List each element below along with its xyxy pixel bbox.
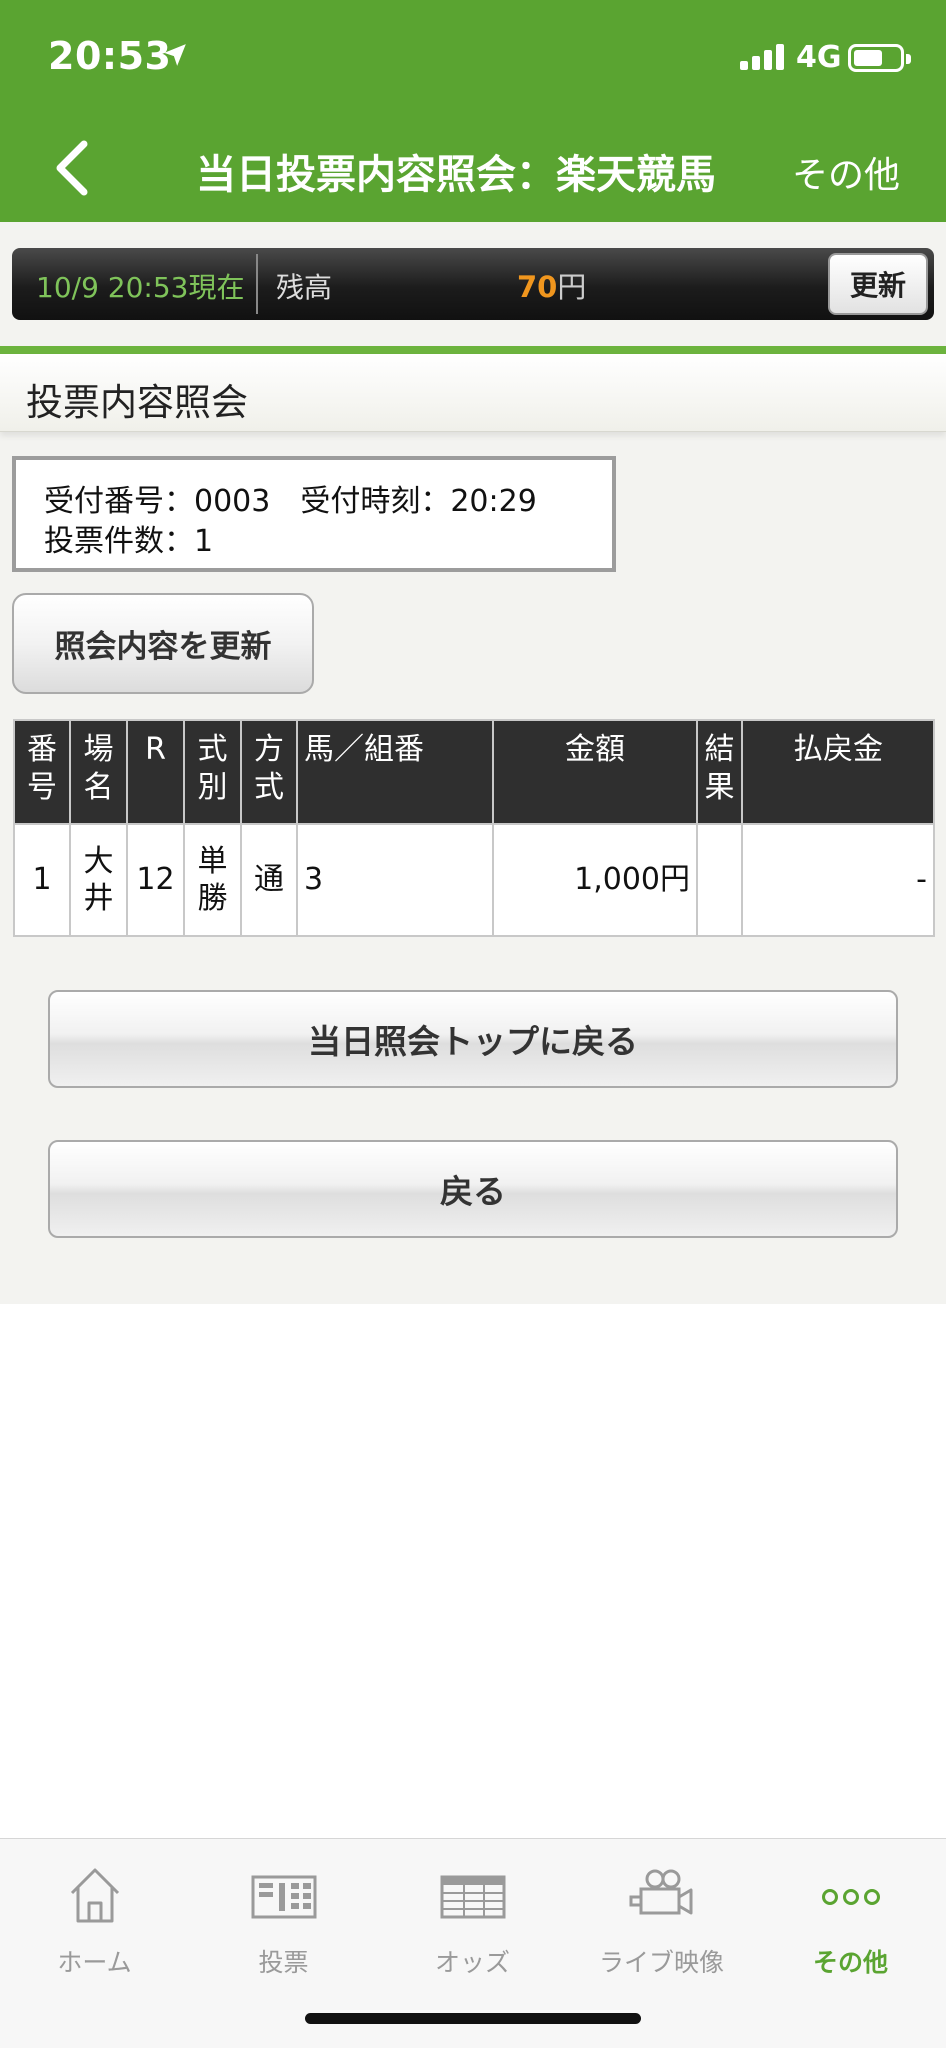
cell-amount: 1,000円 xyxy=(492,823,698,937)
status-time: 20:53 xyxy=(48,34,172,78)
balance-amount: 70円 xyxy=(517,264,586,306)
balance-divider xyxy=(256,254,258,314)
header-race: R xyxy=(126,719,185,825)
bet-table: 番号場名 R 式別方式馬／組番 金額結果払戻金 1 大井 12 単勝 通 3 1,00… xyxy=(13,719,935,937)
nav-other-link[interactable]: その他 xyxy=(792,146,900,198)
balance-refresh-button[interactable]: 更新 xyxy=(828,253,928,315)
cell-bet-type: 単勝 xyxy=(183,823,242,937)
header-number: 番号 xyxy=(13,719,71,825)
tab-live-video[interactable]: ライブ映像 xyxy=(567,1859,756,1979)
cell-number: 1 xyxy=(13,823,71,937)
venue-text: 大井 xyxy=(83,843,114,917)
tab-other[interactable]: その他 xyxy=(756,1859,945,1979)
balance-unit: 円 xyxy=(557,270,587,304)
tab-label: ライブ映像 xyxy=(598,1948,724,1977)
tab-label: その他 xyxy=(812,1948,888,1977)
app-header: 20:53 4G 当日投票内容照会：楽天競馬 その他 xyxy=(0,0,946,222)
tab-vote[interactable]: 投票 xyxy=(189,1859,378,1979)
section-divider xyxy=(0,346,946,354)
home-indicator xyxy=(305,2013,641,2024)
bet-type-text: 単勝 xyxy=(197,843,228,917)
back-button[interactable]: 戻る xyxy=(48,1140,898,1238)
header-horse-number: 馬／組番 xyxy=(296,719,494,825)
balance-label: 残高 xyxy=(276,271,333,304)
section-title: 投票内容照会 xyxy=(26,381,248,424)
header-result: 結果 xyxy=(696,719,743,825)
battery-icon xyxy=(848,44,911,72)
back-chevron-icon[interactable] xyxy=(48,138,98,198)
header-method: 方式 xyxy=(240,719,298,825)
receipt-count: 投票件数：1 xyxy=(44,524,214,559)
status-bar: 20:53 4G xyxy=(0,0,946,110)
cell-method: 通 xyxy=(240,823,298,937)
header-amount: 金額 xyxy=(492,719,698,825)
page-title: 当日投票内容照会：楽天競馬 xyxy=(196,152,716,198)
balance-bar: 10/9 20:53現在 残高 70円 更新 xyxy=(12,248,934,320)
header-bet-type: 式別 xyxy=(183,719,242,825)
header-payout: 払戻金 xyxy=(741,719,935,825)
tab-label: オッズ xyxy=(434,1948,510,1977)
tab-label: ホーム xyxy=(57,1948,132,1977)
cell-result xyxy=(696,823,743,937)
ticket-icon xyxy=(251,1875,316,1919)
back-to-top-button[interactable]: 当日照会トップに戻る xyxy=(48,990,898,1088)
receipt-number-time: 受付番号：0003 受付時刻：20:29 xyxy=(44,484,537,519)
header-venue: 場名 xyxy=(69,719,128,825)
home-icon xyxy=(70,1868,119,1923)
receipt-info-box: 受付番号：0003 受付時刻：20:29 投票件数：1 xyxy=(12,456,616,572)
cell-venue: 大井 xyxy=(69,823,128,937)
tab-label: 投票 xyxy=(258,1948,309,1977)
refresh-inquiry-button[interactable]: 照会内容を更新 xyxy=(12,593,314,694)
main-content: 10/9 20:53現在 残高 70円 更新 投票内容照会 受付番号：0003 … xyxy=(0,222,946,1304)
cell-horse-number: 3 xyxy=(296,823,494,937)
cell-payout: - xyxy=(741,823,935,937)
balance-datetime: 10/9 20:53現在 xyxy=(36,271,245,304)
signal-strength-icon xyxy=(740,44,786,70)
section-header: 投票内容照会 xyxy=(0,354,946,432)
navigation-bar: 当日投票内容照会：楽天競馬 その他 xyxy=(0,110,946,222)
odds-table-icon xyxy=(440,1875,505,1919)
network-type: 4G xyxy=(796,40,842,75)
location-arrow-icon xyxy=(164,44,186,66)
cell-race: 12 xyxy=(126,823,185,937)
video-camera-icon xyxy=(629,1869,692,1915)
tab-home[interactable]: ホーム xyxy=(0,1859,189,1979)
table-header-row: 番号場名 R 式別方式馬／組番 金額結果払戻金 xyxy=(13,719,935,825)
balance-value: 70 xyxy=(517,270,558,304)
table-row: 1 大井 12 単勝 通 3 1,000円 - xyxy=(13,823,935,937)
tab-odds[interactable]: オッズ xyxy=(378,1859,567,1979)
more-icon xyxy=(821,1889,880,1905)
